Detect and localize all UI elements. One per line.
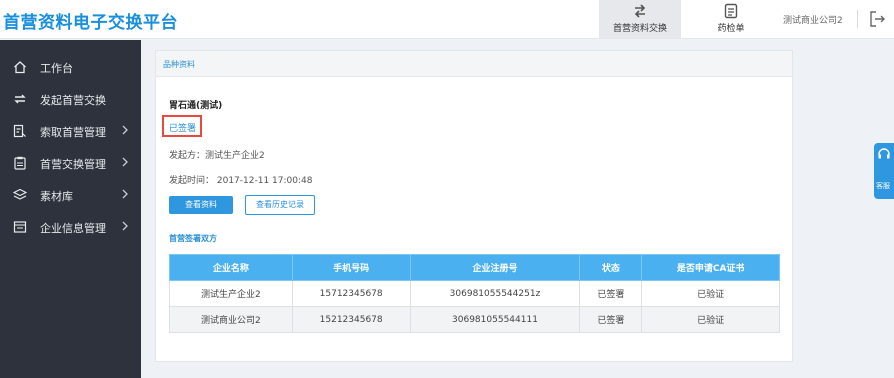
tab-label: 首营资料交换 bbox=[612, 24, 667, 34]
column-header: 是否申请CA证书 bbox=[641, 254, 780, 281]
initiator-text: 发起方：测试生产企业2 bbox=[169, 151, 265, 161]
product-name: 胃石通(测试) bbox=[169, 101, 223, 111]
sidebar: 工作台 发起首营交换 索取首营管理 首营交换管理 素材库 企业信息管理 bbox=[0, 40, 141, 378]
tab-label: 药检单 bbox=[717, 24, 745, 34]
sidebar-item-initiate-exchange[interactable]: 发起首营交换 bbox=[0, 83, 141, 115]
table-row: 测试商业公司2 15212345678 306981055544111 已签署 … bbox=[169, 306, 780, 333]
cell-reg-no: 306981055544251z bbox=[409, 280, 581, 307]
app-title: 首营资料电子交换平台 bbox=[3, 13, 178, 33]
customer-service-tab[interactable]: 客服 bbox=[874, 143, 894, 199]
column-header: 企业注册号 bbox=[409, 254, 581, 281]
chevron-right-icon bbox=[122, 221, 128, 231]
header-divider bbox=[857, 10, 858, 28]
view-documents-button[interactable]: 查看资料 bbox=[169, 196, 233, 214]
cell-ca: 已验证 bbox=[641, 280, 780, 307]
cell-phone: 15212345678 bbox=[291, 306, 411, 333]
building-icon bbox=[13, 221, 27, 233]
initiated-time-text: 发起时间： 2017-12-11 17:00:48 bbox=[169, 176, 313, 186]
signed-status-highlight: 已签署 bbox=[162, 115, 202, 137]
sidebar-item-label: 索取首营管理 bbox=[40, 126, 106, 139]
sidebar-item-workbench[interactable]: 工作台 bbox=[0, 51, 141, 83]
variety-info-panel: 品种资料 胃石通(测试) 已签署 发起方：测试生产企业2 发起时间： 2017-… bbox=[155, 50, 793, 362]
cell-company: 测试商业公司2 bbox=[169, 306, 293, 333]
cell-company: 测试生产企业2 bbox=[169, 280, 293, 307]
view-history-button[interactable]: 查看历史记录 bbox=[245, 195, 315, 215]
sidebar-item-request-management[interactable]: 索取首营管理 bbox=[0, 115, 141, 147]
sidebar-item-label: 工作台 bbox=[40, 62, 73, 75]
sidebar-item-material-library[interactable]: 素材库 bbox=[0, 179, 141, 211]
status-text: 已签署 bbox=[169, 124, 197, 134]
column-header: 状态 bbox=[579, 254, 643, 281]
sidebar-item-company-info[interactable]: 企业信息管理 bbox=[0, 211, 141, 243]
cell-phone: 15712345678 bbox=[291, 280, 411, 307]
tab-drug-inspection[interactable]: 药检单 bbox=[700, 0, 762, 39]
sidebar-item-label: 首营交换管理 bbox=[40, 158, 106, 171]
sidebar-item-exchange-management[interactable]: 首营交换管理 bbox=[0, 147, 141, 179]
cell-reg-no: 306981055544111 bbox=[409, 306, 581, 333]
chevron-right-icon bbox=[122, 157, 128, 167]
panel-header: 品种资料 bbox=[156, 51, 792, 77]
column-header: 企业名称 bbox=[169, 254, 293, 281]
logout-icon[interactable] bbox=[868, 10, 886, 28]
cell-status: 已签署 bbox=[579, 280, 643, 307]
sidebar-item-label: 企业信息管理 bbox=[40, 222, 106, 235]
headset-icon bbox=[878, 148, 890, 159]
clipboard-icon bbox=[14, 156, 26, 170]
layers-icon bbox=[13, 188, 27, 200]
company-name[interactable]: 测试商业公司2 bbox=[783, 13, 843, 26]
swap-icon bbox=[14, 94, 26, 104]
document-icon bbox=[724, 3, 738, 19]
signing-parties-title: 首营签署双方 bbox=[169, 234, 217, 243]
chevron-right-icon bbox=[122, 125, 128, 135]
tab-first-exchange[interactable]: 首营资料交换 bbox=[599, 0, 681, 39]
sidebar-item-label: 素材库 bbox=[40, 190, 73, 203]
cell-status: 已签署 bbox=[579, 306, 643, 333]
chevron-right-icon bbox=[122, 189, 128, 199]
signing-parties-table: 企业名称 手机号码 企业注册号 状态 是否申请CA证书 测试生产企业2 1571… bbox=[169, 254, 780, 333]
table-header-row: 企业名称 手机号码 企业注册号 状态 是否申请CA证书 bbox=[169, 254, 780, 281]
top-header: 首营资料电子交换平台 首营资料交换 药检单 测试商业公司2 bbox=[0, 0, 894, 39]
cell-ca: 已验证 bbox=[641, 306, 780, 333]
column-header: 手机号码 bbox=[291, 254, 411, 281]
panel-title: 品种资料 bbox=[163, 60, 195, 69]
request-doc-icon bbox=[13, 124, 26, 138]
exchange-icon bbox=[634, 4, 646, 18]
table-row: 测试生产企业2 15712345678 306981055544251z 已签署… bbox=[169, 280, 780, 307]
home-icon bbox=[14, 61, 26, 74]
service-label: 客服 bbox=[876, 182, 890, 190]
sidebar-item-label: 发起首营交换 bbox=[40, 94, 106, 107]
